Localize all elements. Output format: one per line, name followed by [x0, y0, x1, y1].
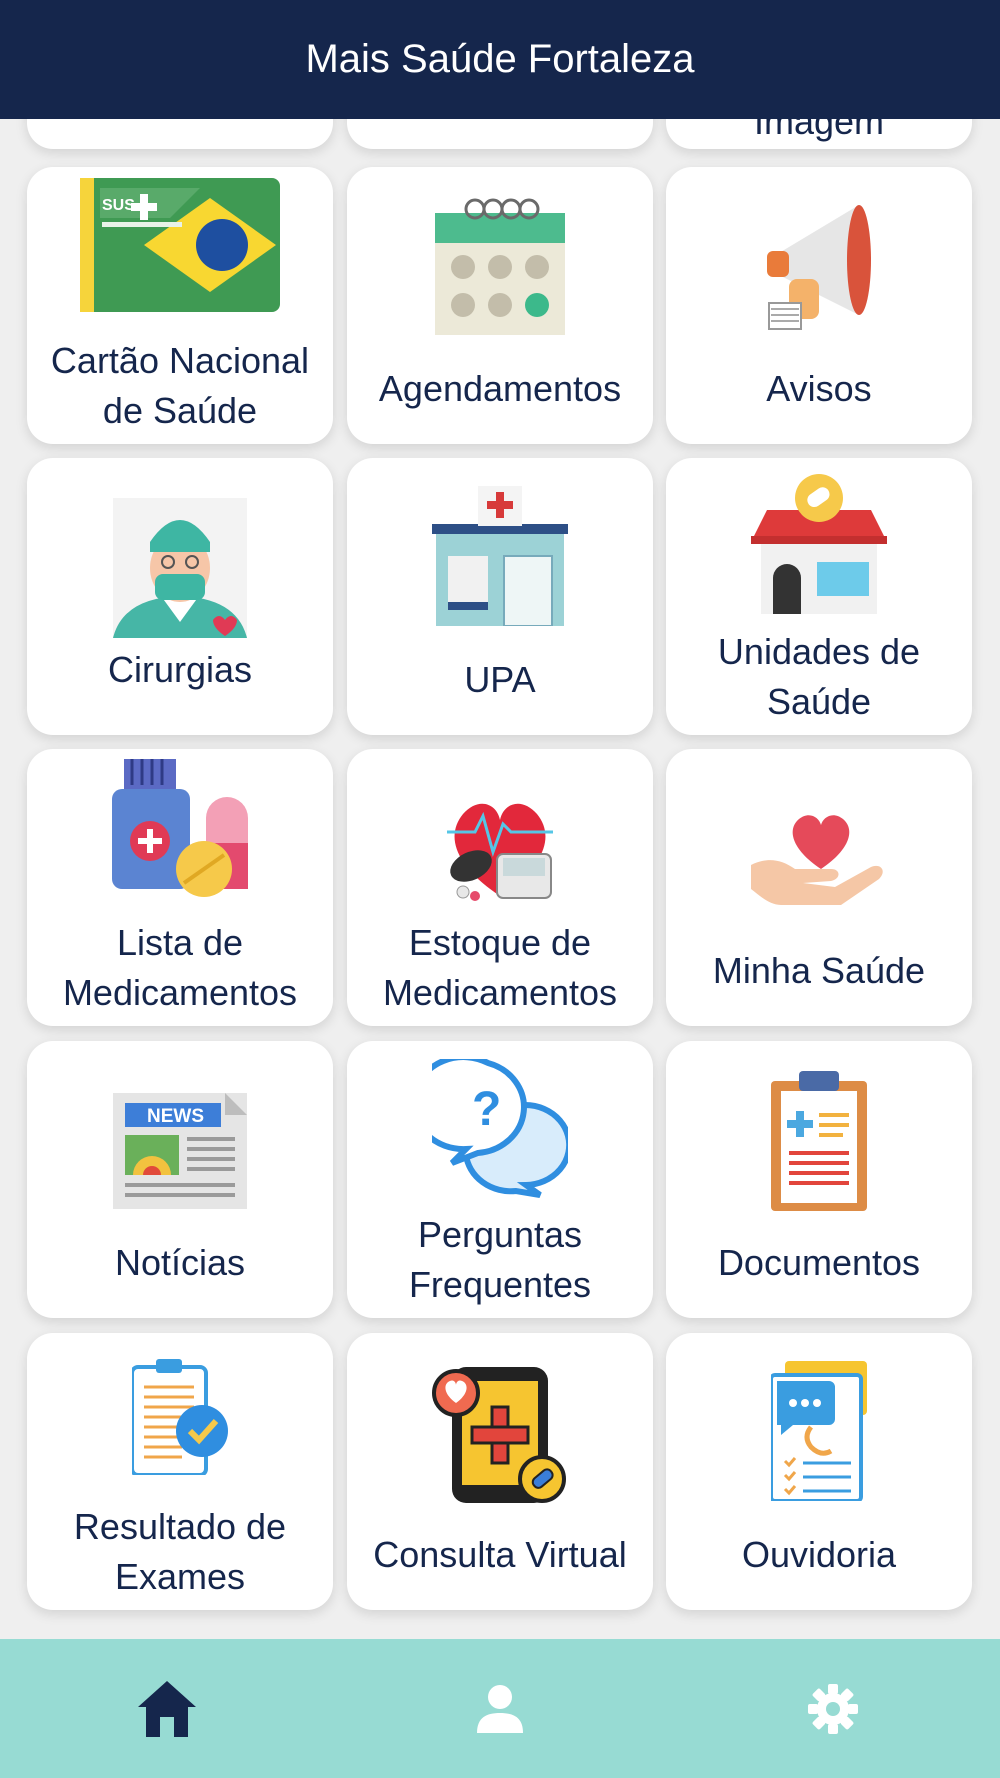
- sus-card-icon: SUS: [75, 175, 285, 315]
- bottom-nav: [0, 1639, 1000, 1778]
- tile-label: Consulta Virtual: [373, 1534, 627, 1575]
- app-header: Mais Saúde Fortaleza: [0, 0, 1000, 119]
- tile-label: Resultado de Exames: [73, 1506, 287, 1597]
- tile-label: Notícias: [114, 1242, 246, 1283]
- app-title: Mais Saúde Fortaleza: [305, 37, 695, 81]
- nav-profile-button[interactable]: [440, 1659, 560, 1759]
- newspaper-icon: NEWS: [110, 1081, 250, 1221]
- blood-pressure-monitor-icon: [430, 783, 570, 918]
- tile-label: Cirurgias: [107, 649, 253, 690]
- tile-label: Perguntas Frequentes: [408, 1214, 592, 1305]
- heart-hand-icon: [749, 789, 889, 929]
- tile-label: Agendamentos: [378, 368, 622, 409]
- tile-label: Cartão Nacional de Saúde: [50, 340, 310, 431]
- tile-label: Unidades de Saúde: [717, 631, 921, 722]
- tile-upa[interactable]: UPA: [347, 458, 653, 735]
- tile-label: Estoque de Medicamentos: [382, 922, 618, 1013]
- tile-label: Lista de Medicamentos: [62, 922, 298, 1013]
- tile-label: Minha Saúde: [712, 950, 926, 991]
- megaphone-icon: [749, 195, 889, 335]
- tile-cirurgias[interactable]: Cirurgias: [27, 458, 333, 735]
- user-icon: [476, 1684, 523, 1733]
- virtual-consultation-phone-icon: [430, 1365, 570, 1505]
- clipboard-document-icon: [749, 1071, 889, 1211]
- tile-ouvidoria[interactable]: Ouvidoria: [666, 1333, 972, 1610]
- svg-text:NEWS: NEWS: [147, 1106, 204, 1127]
- gear-icon: [808, 1683, 859, 1734]
- nav-home-button[interactable]: [107, 1659, 227, 1759]
- tile-avisos[interactable]: Avisos: [666, 167, 972, 444]
- tile-label: Avisos: [766, 368, 872, 409]
- tile-label: UPA: [464, 659, 536, 700]
- tile-unidades-de-saude[interactable]: Unidades de Saúde: [666, 458, 972, 735]
- ombudsman-icon: [749, 1361, 889, 1501]
- tile-grid: Imagem SUS Cartão Nacional de Saúde Agen…: [0, 0, 1000, 1778]
- emergency-unit-icon: [430, 486, 570, 626]
- tile-noticias[interactable]: NEWS Notícias: [27, 1041, 333, 1318]
- svg-text:SUS: SUS: [102, 197, 135, 214]
- tile-consulta-virtual[interactable]: Consulta Virtual: [347, 1333, 653, 1610]
- tile-agendamentos[interactable]: Agendamentos: [347, 167, 653, 444]
- svg-text:?: ?: [472, 1083, 501, 1136]
- tile-minha-saude[interactable]: Minha Saúde: [666, 749, 972, 1026]
- tile-label: Documentos: [717, 1242, 921, 1283]
- home-icon: [137, 1680, 196, 1737]
- tile-cartao-nacional-de-saude[interactable]: SUS Cartão Nacional de Saúde: [27, 167, 333, 444]
- tile-documentos[interactable]: Documentos: [666, 1041, 972, 1318]
- medicine-bottle-icon: [110, 759, 250, 899]
- tile-perguntas-frequentes[interactable]: ? Perguntas Frequentes: [347, 1041, 653, 1318]
- tile-label: Ouvidoria: [741, 1534, 897, 1575]
- faq-bubbles-icon: ?: [430, 1059, 570, 1199]
- tile-estoque-de-medicamentos[interactable]: Estoque de Medicamentos: [347, 749, 653, 1026]
- tile-resultado-de-exames[interactable]: Resultado de Exames: [27, 1333, 333, 1610]
- nav-settings-button[interactable]: [773, 1659, 893, 1759]
- calendar-icon: [430, 195, 570, 335]
- health-unit-icon: [749, 474, 889, 614]
- exam-result-icon: [110, 1347, 250, 1487]
- surgeon-icon: [110, 498, 250, 638]
- tile-lista-de-medicamentos[interactable]: Lista de Medicamentos: [27, 749, 333, 1026]
